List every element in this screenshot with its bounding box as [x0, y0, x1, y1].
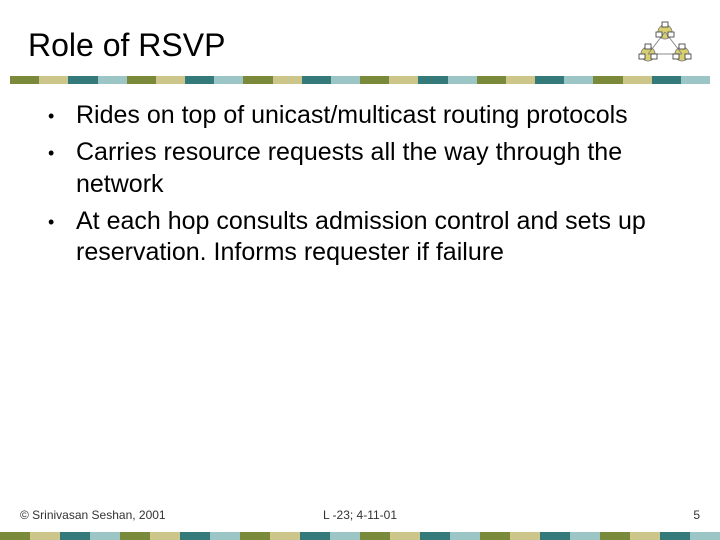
- title-underline-stripe: [10, 76, 710, 84]
- footer-row: © Srinivasan Seshan, 2001 L -23; 4-11-01…: [20, 508, 700, 522]
- bullet-item: Carries resource requests all the way th…: [40, 137, 690, 200]
- footer-lecture-info: L -23; 4-11-01: [20, 508, 700, 522]
- title-row: Role of RSVP: [28, 20, 700, 70]
- network-cluster-icon: [630, 20, 700, 70]
- slide-title: Role of RSVP: [28, 27, 225, 64]
- content-area: Rides on top of unicast/multicast routin…: [40, 100, 690, 274]
- bullet-item: At each hop consults admission control a…: [40, 206, 690, 269]
- bullet-item: Rides on top of unicast/multicast routin…: [40, 100, 690, 131]
- bullet-list: Rides on top of unicast/multicast routin…: [40, 100, 690, 268]
- bottom-stripe: [0, 532, 720, 540]
